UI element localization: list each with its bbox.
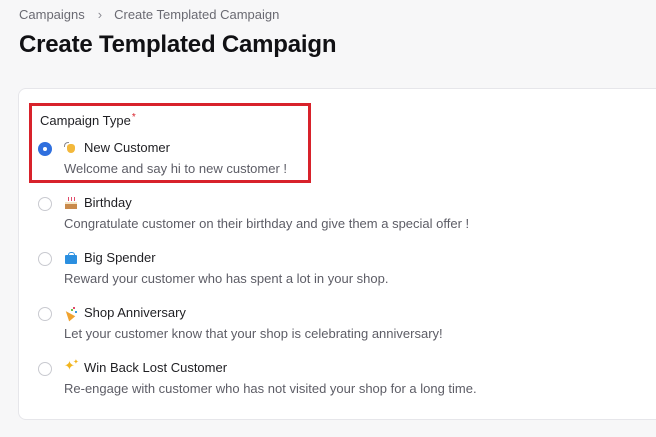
option-title: Win Back Lost Customer xyxy=(64,358,228,376)
option-description: Let your customer know that your shop is… xyxy=(64,326,443,341)
breadcrumb: Campaigns › Create Templated Campaign xyxy=(19,7,279,22)
option-label: Birthday xyxy=(84,195,132,210)
party-popper-icon xyxy=(64,306,78,320)
option-title: New Customer xyxy=(64,140,170,155)
waving-hand-icon xyxy=(64,141,78,155)
required-marker: * xyxy=(131,112,136,123)
option-title: Shop Anniversary xyxy=(64,305,186,320)
option-big-spender[interactable]: Big Spender Reward your customer who has… xyxy=(38,250,638,298)
radio-big-spender[interactable] xyxy=(38,252,52,266)
option-win-back-lost-customer[interactable]: Win Back Lost Customer Re-engage with cu… xyxy=(38,358,638,408)
option-label: Big Spender xyxy=(84,250,156,265)
campaign-type-label-text: Campaign Type xyxy=(40,113,131,128)
option-shop-anniversary[interactable]: Shop Anniversary Let your customer know … xyxy=(38,305,638,353)
page-title: Create Templated Campaign xyxy=(19,31,337,58)
option-new-customer[interactable]: New Customer Welcome and say hi to new c… xyxy=(38,140,638,188)
breadcrumb-item-current: Create Templated Campaign xyxy=(114,7,280,22)
option-title: Birthday xyxy=(64,195,132,210)
option-description: Reward your customer who has spent a lot… xyxy=(64,271,389,286)
option-title: Big Spender xyxy=(64,250,156,265)
radio-shop-anniversary[interactable] xyxy=(38,307,52,321)
radio-win-back-lost-customer[interactable] xyxy=(38,362,52,376)
option-description: Congratulate customer on their birthday … xyxy=(64,216,470,231)
shopping-bag-icon xyxy=(64,251,78,265)
option-label: Shop Anniversary xyxy=(84,305,186,320)
radio-birthday[interactable] xyxy=(38,197,52,211)
option-label: New Customer xyxy=(84,140,170,155)
option-birthday[interactable]: Birthday Congratulate customer on their … xyxy=(38,195,638,243)
chevron-right-icon: › xyxy=(97,7,103,22)
option-label: Win Back Lost Customer xyxy=(84,360,228,375)
radio-new-customer[interactable] xyxy=(38,142,52,156)
campaign-type-label: Campaign Type* xyxy=(40,112,136,128)
sparkles-icon xyxy=(64,358,79,375)
breadcrumb-item-campaigns[interactable]: Campaigns xyxy=(19,7,85,22)
birthday-cake-icon xyxy=(64,196,78,210)
option-description: Welcome and say hi to new customer ! xyxy=(64,161,288,176)
option-description: Re-engage with customer who has not visi… xyxy=(64,381,477,396)
